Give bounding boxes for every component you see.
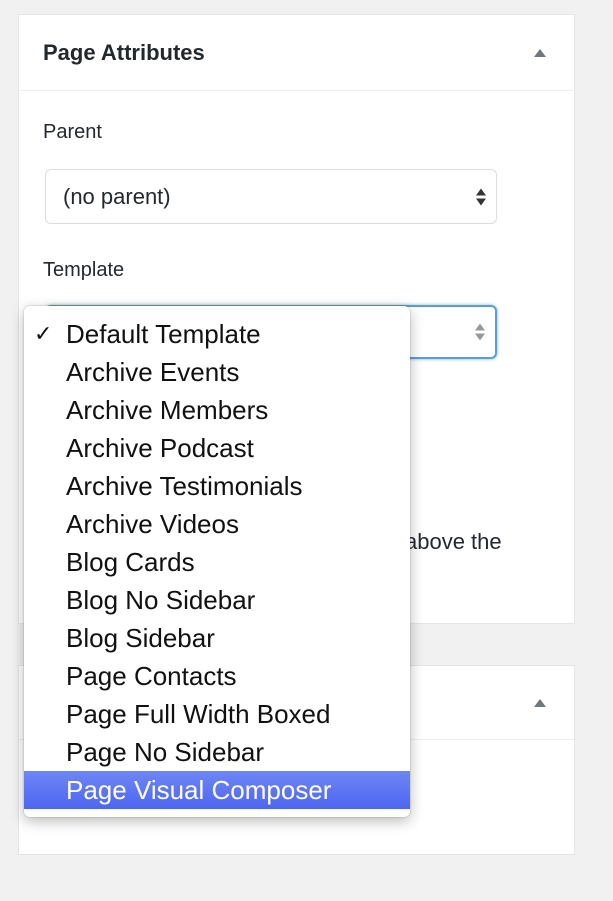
template-option[interactable]: Page Full Width Boxed [24,695,410,733]
checkmark-icon: ✓ [34,321,53,346]
page-attributes-header[interactable]: Page Attributes [19,15,574,91]
template-option[interactable]: Archive Events [24,353,410,391]
parent-label: Parent [43,121,102,143]
parent-select[interactable]: (no parent) [45,169,497,224]
select-arrows-icon [475,323,485,341]
template-option[interactable]: Archive Podcast [24,429,410,467]
help-hint-tail: above the [405,529,502,554]
template-option[interactable]: Archive Testimonials [24,467,410,505]
page-attributes-title: Page Attributes [43,39,205,65]
template-dropdown-menu: ✓ Default Template Archive Events Archive… [24,306,410,817]
template-option-highlighted[interactable]: Page Visual Composer [24,771,410,809]
parent-select-value: (no parent) [63,183,171,209]
template-label: Template [43,259,125,281]
template-option[interactable]: Page No Sidebar [24,733,410,771]
template-option[interactable]: ✓ Default Template [24,315,410,353]
select-arrows-icon [476,188,486,205]
template-option[interactable]: Blog Cards [24,543,410,581]
collapse-toggle-icon[interactable] [534,698,546,707]
template-option[interactable]: Archive Members [24,391,410,429]
template-option[interactable]: Blog Sidebar [24,619,410,657]
template-option[interactable]: Page Contacts [24,657,410,695]
template-option[interactable]: Blog No Sidebar [24,581,410,619]
collapse-toggle-icon[interactable] [534,48,546,57]
template-option[interactable]: Archive Videos [24,505,410,543]
